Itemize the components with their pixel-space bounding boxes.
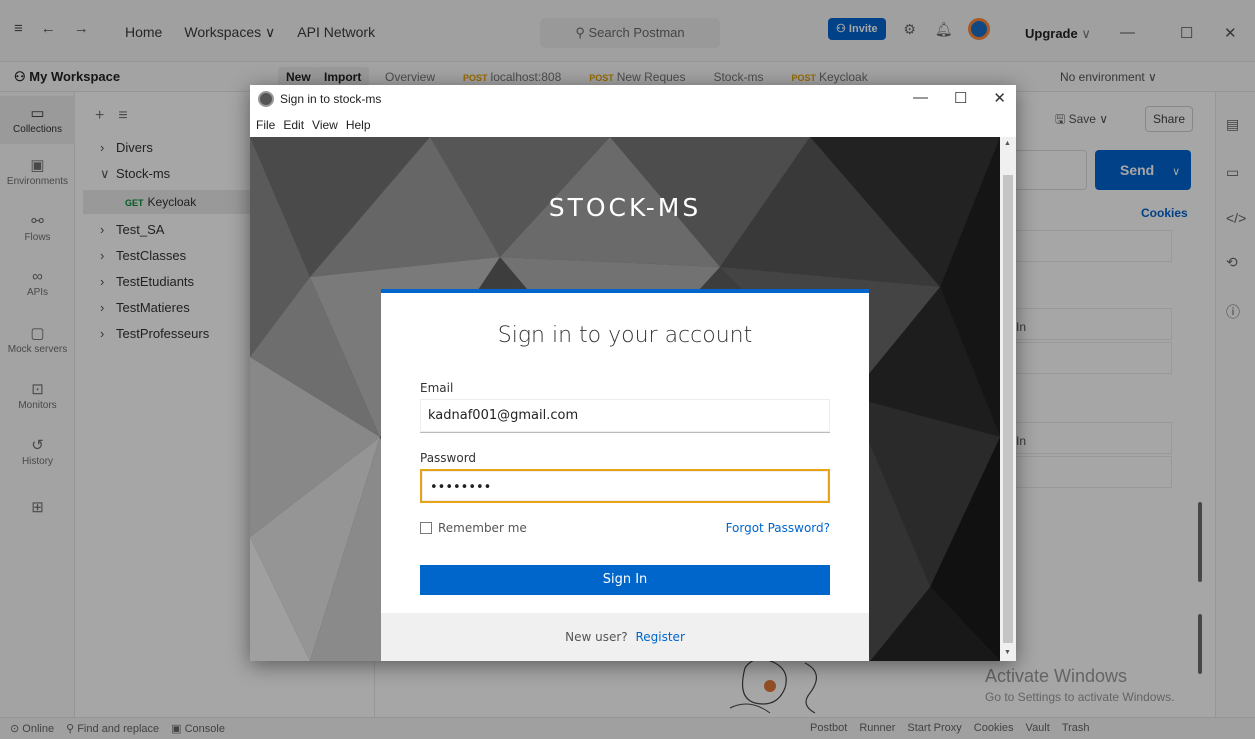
email-label: Email [420, 381, 454, 395]
minimize-icon[interactable]: — [913, 89, 928, 107]
close-icon[interactable]: ✕ [993, 89, 1006, 107]
signin-window-titlebar[interactable]: Sign in to stock-ms — ☐ ✕ [250, 85, 1016, 113]
password-field[interactable]: •••••••• [420, 469, 830, 503]
realm-name: STOCK-MS [548, 193, 702, 222]
window-title: Sign in to stock-ms [280, 92, 382, 106]
signin-window: Sign in to stock-ms — ☐ ✕ File Edit View… [250, 85, 1016, 661]
maximize-icon[interactable]: ☐ [954, 89, 967, 107]
login-title: Sign in to your account [497, 323, 753, 348]
scroll-down-icon[interactable]: ▼ [1004, 649, 1011, 656]
password-label: Password [420, 451, 477, 465]
menu-view[interactable]: View [312, 118, 338, 132]
menu-bar: File Edit View Help [250, 113, 1016, 137]
remember-checkbox[interactable] [420, 522, 432, 534]
scroll-up-icon[interactable]: ▲ [1004, 140, 1011, 147]
menu-help[interactable]: Help [346, 118, 371, 132]
register-footer: New user? Register [381, 613, 869, 661]
email-field[interactable]: kadnaf001@gmail.com [420, 399, 830, 433]
remember-label: Remember me [438, 521, 527, 535]
new-user-text: New user? [565, 630, 628, 644]
login-card: Sign in to your account Email kadnaf001@… [381, 289, 869, 661]
app-icon [258, 91, 274, 107]
scrollbar-thumb[interactable] [1003, 175, 1013, 643]
register-link[interactable]: Register [635, 630, 684, 644]
signin-button[interactable]: Sign In [420, 565, 830, 595]
remember-me[interactable]: Remember me [420, 521, 527, 535]
window-scrollbar[interactable]: ▲ ▼ [1000, 137, 1016, 661]
menu-file[interactable]: File [256, 118, 275, 132]
menu-edit[interactable]: Edit [283, 118, 304, 132]
login-page: STOCK-MS Sign in to your account Email k… [250, 137, 1000, 661]
forgot-password-link[interactable]: Forgot Password? [726, 521, 830, 535]
